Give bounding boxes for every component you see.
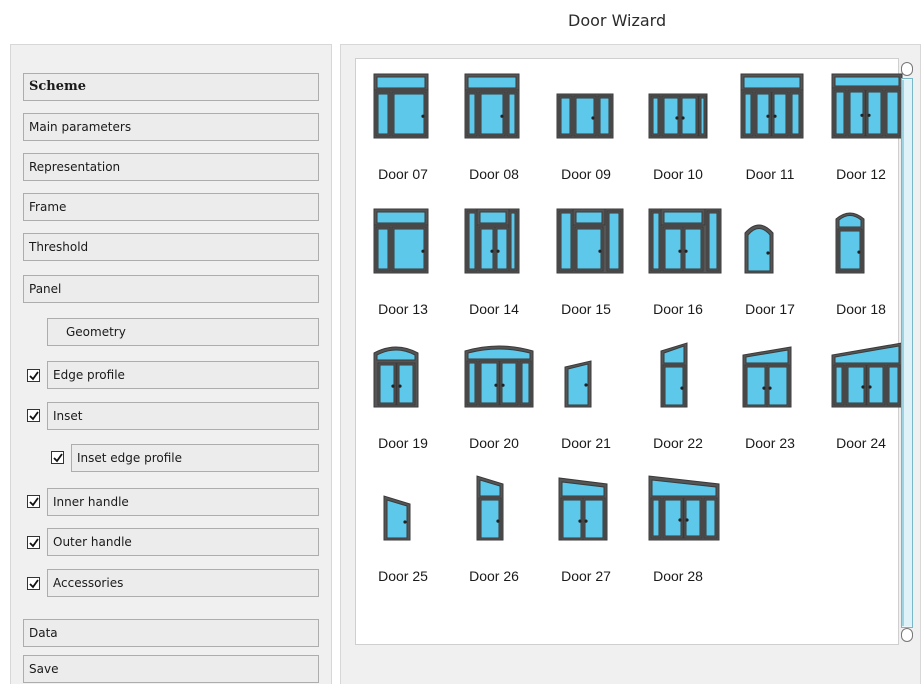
sidebar-item-save[interactable]: Save [23,655,319,683]
door-arched-icon [739,207,801,285]
scroll-up-arrow[interactable] [901,62,913,76]
door-tile-label: Door 07 [378,166,428,182]
scroll-thumb[interactable] [902,80,912,626]
door-tile[interactable]: Door 19 [372,341,464,471]
door-sloped-transom-double-icon [739,341,801,419]
door-tile[interactable]: Door 15 [555,207,647,337]
checkmark-icon [29,497,39,507]
door-tile-label: Door 24 [836,435,886,451]
door-double-sidelights-icon [647,72,709,150]
inner-handle-checkbox[interactable] [27,495,40,508]
door-sloped-transom-icon [647,341,709,419]
door-tile[interactable]: Door 10 [647,72,739,202]
door-tile[interactable]: Door 17 [739,207,831,337]
door-tile-label: Door 20 [469,435,519,451]
sidebar-item-scheme[interactable]: Scheme [23,73,319,101]
door-tile[interactable]: Door 25 [372,474,464,604]
checkmark-icon [53,453,63,463]
door-sloped-top-icon [555,341,617,419]
checkmark-icon [29,579,39,589]
door-tile-label: Door 08 [469,166,519,182]
door-tile-label: Door 27 [561,568,611,584]
sidebar-item-representation[interactable]: Representation [23,153,319,181]
door-transom-center-icon [463,207,525,285]
door-tile-label: Door 19 [378,435,428,451]
door-tile-label: Door 17 [745,301,795,317]
door-tile[interactable]: Door 23 [739,341,831,471]
door-transom-single-sidelights-icon [463,72,525,150]
door-sloped-transom-left-icon [463,474,525,552]
door-tile[interactable]: Door 16 [647,207,739,337]
door-tile-label: Door 10 [653,166,703,182]
door-tile[interactable]: Door 27 [555,474,647,604]
title-bar: Door Wizard [0,0,921,40]
door-sloped-transom-double-left-icon [555,474,617,552]
door-transom-center-sidelights-icon [555,207,624,285]
door-tile-label: Door 09 [561,166,611,182]
door-tile-label: Door 22 [653,435,703,451]
door-tile[interactable]: Door 28 [647,474,739,604]
scroll-down-arrow[interactable] [901,628,913,642]
door-arched-transom-icon [830,207,892,285]
door-transom-sidelight-icon [372,207,434,285]
door-transom-center-sidelight-right-icon [647,207,722,285]
door-tile-label: Door 25 [378,568,428,584]
checkmark-icon [29,371,39,381]
door-arched-transom-double-icon [372,341,434,419]
door-tile[interactable]: Door 13 [372,207,464,337]
sidebar-item-frame[interactable]: Frame [23,193,319,221]
checkmark-icon [29,538,39,548]
outer-handle-checkbox[interactable] [27,536,40,549]
sidebar-item-panel[interactable]: Panel [23,275,319,303]
door-tile[interactable]: Door 21 [555,341,647,471]
edge-profile-checkbox[interactable] [27,369,40,382]
door-tile-label: Door 18 [836,301,886,317]
door-transom-double-sidelights-icon [739,72,804,150]
door-tile-label: Door 11 [745,166,795,182]
door-transom-wide-sidelights-icon [830,72,903,150]
door-tile[interactable]: Door 26 [463,474,555,604]
sidebar-item-accessories[interactable]: Accessories [47,569,319,597]
sidebar-item-inset-edge-profile[interactable]: Inset edge profile [71,444,319,472]
door-tile-label: Door 23 [745,435,795,451]
door-sloped-transom-sidelights-icon [830,341,903,419]
inset-edge-profile-checkbox[interactable] [51,451,64,464]
door-tile[interactable]: Door 11 [739,72,831,202]
door-tile[interactable]: Door 20 [463,341,555,471]
door-tile-label: Door 12 [836,166,886,182]
checkmark-icon [29,411,39,421]
sidebar-item-edge-profile[interactable]: Edge profile [47,361,319,389]
door-tile[interactable]: Door 09 [555,72,647,202]
door-tile-label: Door 26 [469,568,519,584]
door-tile-label: Door 14 [469,301,519,317]
door-segment-arch-sidelights-icon [463,341,534,419]
door-tile-label: Door 28 [653,568,703,584]
door-tile[interactable]: Door 08 [463,72,555,202]
door-tile-label: Door 21 [561,435,611,451]
door-tile[interactable]: Door 14 [463,207,555,337]
sidebar-item-outer-handle[interactable]: Outer handle [47,528,319,556]
door-tile-label: Door 16 [653,301,703,317]
door-single-sidelights-icon [555,72,617,150]
door-sloped-transom-sidelights-left-icon [647,474,720,552]
door-tile-label: Door 13 [378,301,428,317]
sidebar-item-threshold[interactable]: Threshold [23,233,319,261]
door-transom-single-sidelight-icon [372,72,434,150]
sidebar-item-inset[interactable]: Inset [47,402,319,430]
window-title: Door Wizard [568,11,667,30]
sidebar-item-geometry[interactable]: Geometry [47,318,319,346]
inset-checkbox[interactable] [27,409,40,422]
sidebar-item-data[interactable]: Data [23,619,319,647]
sidebar-item-main-parameters[interactable]: Main parameters [23,113,319,141]
sidebar-item-inner-handle[interactable]: Inner handle [47,488,319,516]
door-tile[interactable]: Door 22 [647,341,739,471]
accessories-checkbox[interactable] [27,577,40,590]
door-sloped-top-left-icon [372,474,434,552]
door-tile[interactable]: Door 07 [372,72,464,202]
door-tile-label: Door 15 [561,301,611,317]
gallery-scrollbar[interactable] [899,62,915,644]
